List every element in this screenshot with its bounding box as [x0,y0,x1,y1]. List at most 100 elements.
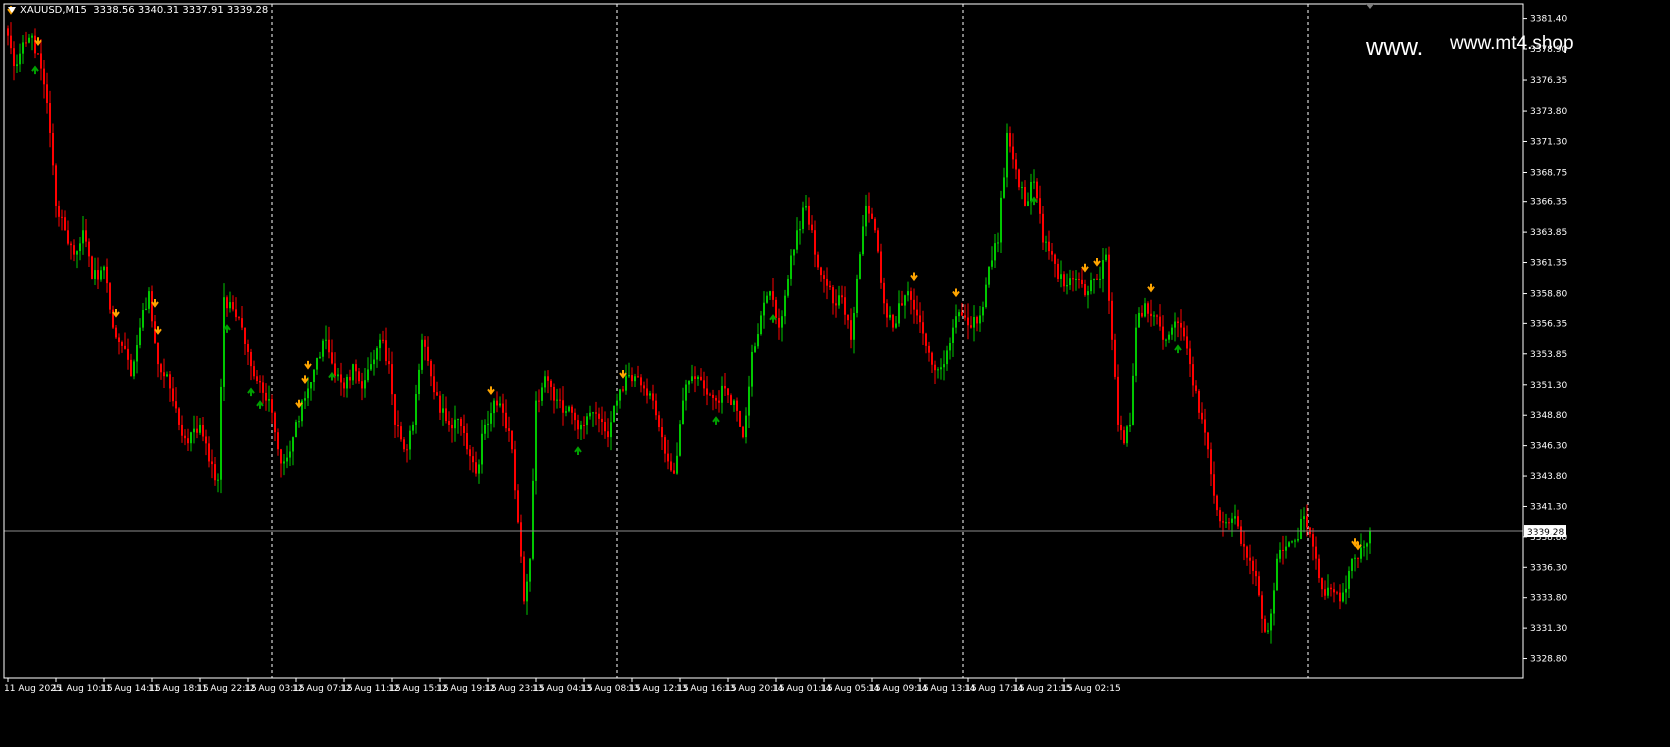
candle-body [94,270,96,279]
candle-body [184,435,186,439]
candle-body [1288,542,1290,547]
candle-body [1225,522,1227,524]
candle-body [1306,516,1308,528]
buy-signal-arrow-icon [247,387,255,397]
candle-body [670,461,672,471]
candle-body [1027,201,1029,206]
candle-body [472,456,474,463]
chart-header[interactable]: XAUUSD,M15 3338.56 3340.31 3337.91 3339.… [8,5,268,16]
candle-body [286,457,288,462]
candle-body [1129,424,1131,427]
candle-body [775,299,777,318]
candle-body [658,415,660,428]
candle-body [496,400,498,406]
candle-body [1174,321,1176,328]
buy-signal-arrow-icon [574,446,582,455]
candle-body [1186,336,1188,349]
candle-body [514,449,516,491]
candle-body [703,380,705,389]
y-tick-label: 3348.80 [1530,411,1567,421]
candle-body [1120,424,1122,431]
candle-body [1012,146,1014,160]
candle-body [64,217,66,231]
candle-body [946,350,948,365]
candle-body [1189,348,1191,365]
candle-body [340,374,342,383]
candle-body [436,392,438,396]
candle-body [70,243,72,246]
candle-body [805,205,807,208]
candle-body [241,318,243,328]
candle-body [1057,263,1059,279]
candle-body [166,374,168,377]
candle-body [532,480,534,559]
candle-body [373,359,375,365]
candle-body [952,327,954,343]
candle-body [772,291,774,300]
candle-body [274,412,276,433]
candle-body [1198,390,1200,413]
candle-body [1060,274,1062,279]
candle-body [880,251,882,283]
candle-body [676,455,678,474]
candle-body [55,165,57,206]
candle-body [934,364,936,371]
candle-body [439,395,441,413]
candle-body [1054,254,1056,264]
candle-body [940,367,942,370]
candle-body [424,339,426,347]
candle-body [1138,312,1140,328]
candle-body [343,382,345,389]
y-tick-label: 3336.30 [1530,563,1567,573]
candle-body [979,315,981,324]
candle-body [1099,278,1101,280]
candle-body [730,395,732,405]
candle-body [1321,578,1323,590]
candle-body [1177,321,1179,323]
candle-body [79,243,81,252]
candle-body [760,315,762,335]
candle-body [661,427,663,438]
candle-body [568,406,570,412]
price-chart-svg[interactable]: 3339.28 3381.403378.903376.353373.803371… [0,0,1670,743]
candle-body [226,297,228,309]
candle-body [634,376,636,382]
candle-body [352,364,354,381]
candle-body [766,295,768,303]
candle-body [103,266,105,271]
candle-body [370,364,372,370]
candle-body [937,369,939,371]
candle-body [904,295,906,306]
y-tick-label: 3331.30 [1530,624,1567,634]
candle-body [391,364,393,395]
candle-body [484,424,486,434]
candle-body [1354,557,1356,559]
candle-body [529,558,531,582]
candle-body [838,295,840,306]
candle-body [595,412,597,414]
candle-body [520,522,522,557]
candle-body [1270,613,1272,631]
price-chart[interactable]: 3339.28 3381.40 3378.90 3376.35 3373.80 3371… [0,0,1670,743]
candle-body [847,314,849,321]
candle-body [1366,543,1368,547]
candle-body [490,413,492,424]
candle-body [379,339,381,349]
y-tick-label: 3381.40 [1530,15,1567,25]
candle-body [262,382,264,393]
candle-body [535,400,537,481]
y-tick-label: 3328.80 [1530,655,1567,665]
candle-body [544,376,546,388]
chart-menu-triangle-icon[interactable] [8,7,16,13]
candle-body [1081,279,1083,285]
candle-body [832,287,834,304]
candle-body [1297,538,1299,541]
candle-body [700,376,702,381]
candle-body [196,428,198,433]
candle-body [604,422,606,432]
candle-body [682,400,684,425]
candle-body [388,361,390,365]
candle-body [874,218,876,231]
candle-body [733,400,735,405]
candle-body [997,242,999,244]
